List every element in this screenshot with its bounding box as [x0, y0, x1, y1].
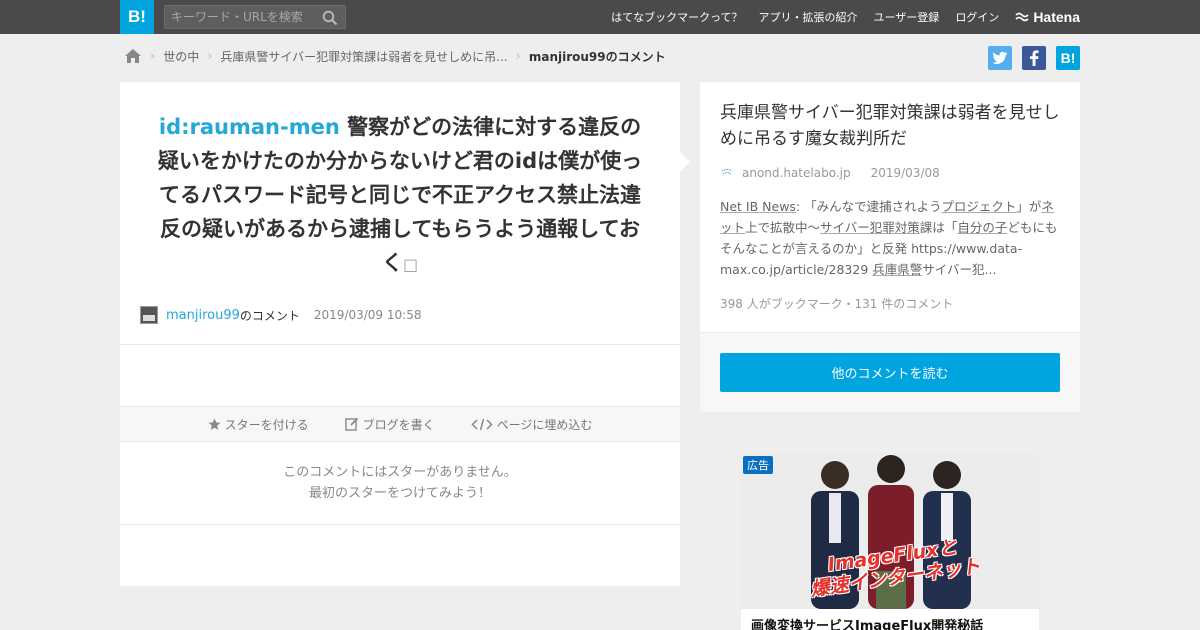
hatena-brand[interactable]: Hatena: [1015, 9, 1080, 25]
divider: [120, 524, 680, 525]
comment-author-suffix: のコメント: [239, 308, 300, 323]
summary-text: : 「みんなで逮捕されよう: [795, 199, 942, 214]
summary-text: サイバー犯...: [922, 262, 997, 277]
chevron-right-icon: ›: [515, 48, 521, 64]
summary-text: 上で拡散中～: [745, 220, 821, 235]
search-input[interactable]: [171, 9, 317, 25]
embed-label: ページに埋め込む: [496, 417, 593, 432]
search-box[interactable]: [164, 5, 346, 29]
read-other-comments-button[interactable]: 他のコメントを読む: [720, 353, 1060, 392]
divider: [120, 344, 680, 345]
chevron-right-icon: ›: [150, 48, 156, 64]
comment-date[interactable]: 2019/03/09 10:58: [314, 308, 422, 322]
write-blog-label: ブログを書く: [362, 417, 435, 432]
hatena-brand-label: Hatena: [1033, 9, 1080, 25]
search-icon[interactable]: [322, 10, 338, 26]
share-buttons: B!: [978, 46, 1080, 70]
keyword-link[interactable]: サイバー犯罪対策: [820, 220, 920, 235]
breadcrumb-category[interactable]: 世の中: [163, 48, 199, 65]
no-star-message: このコメントにはスターがありません。 最初のスターをつけてみよう！: [120, 462, 680, 504]
top-nav: はてなブックマークって？ アプリ・拡張の紹介 ユーザー登録 ログイン Haten…: [595, 0, 1080, 34]
entry-date: 2019/03/08: [870, 166, 940, 180]
home-icon[interactable]: [124, 48, 142, 64]
add-star-button[interactable]: スターを付ける: [208, 416, 309, 433]
keyword-link[interactable]: 自分の子: [957, 220, 1007, 235]
embed-button[interactable]: ページに埋め込む: [471, 416, 593, 433]
no-star-line2: 最初のスターをつけてみよう！: [308, 486, 491, 501]
ad-image[interactable]: ImageFluxと 爆速インターネット 広告: [741, 453, 1039, 609]
hatena-bookmark-share-button[interactable]: B!: [1056, 46, 1080, 70]
write-blog-button[interactable]: ブログを書く: [344, 416, 435, 433]
comment-author-link[interactable]: manjirou99: [166, 308, 240, 323]
hatena-logo-icon: [1015, 12, 1029, 22]
entry-stats[interactable]: 398 人がブックマーク・131 件のコメント: [720, 295, 953, 312]
comment-text: 警察がどの法律に対する違反の疑いをかけたのか分からないけど君のidは僕が使ってる…: [157, 115, 643, 275]
ad-label: 広告: [743, 456, 773, 474]
facebook-share-button[interactable]: [1022, 46, 1046, 70]
code-icon: [471, 418, 493, 430]
comment-meta: manjirou99 のコメント 2019/03/09 10:58: [140, 306, 421, 324]
star-icon: [208, 418, 221, 430]
ad-card[interactable]: ImageFluxと 爆速インターネット 広告 画像変換サービスImageFlu…: [741, 453, 1039, 630]
entry-footer: 他のコメントを読む: [700, 332, 1080, 412]
breadcrumb-current: manjirou99のコメント: [528, 49, 666, 64]
entry-summary: Net IB News: 「みんなで逮捕されようプロジェクト」がネット上で拡散中…: [720, 196, 1065, 280]
twitter-share-button[interactable]: [988, 46, 1012, 70]
entry-card: 兵庫県警サイバー犯罪対策課は弱者を見せしめに吊るす魔女裁判所だ anond.ha…: [700, 82, 1080, 412]
comment-actions: スターを付ける ブログを書く ページに埋め込む: [120, 406, 680, 442]
summary-text: 課は「: [919, 220, 958, 235]
missing-glyph: □: [402, 255, 419, 274]
summary-text: 」が: [1016, 199, 1042, 214]
comment-card: id:rauman-men 警察がどの法律に対する違反の疑いをかけたのか分からな…: [120, 82, 680, 586]
chevron-right-icon: ›: [207, 48, 213, 64]
breadcrumb: › 世の中 › 兵庫県警サイバー犯罪対策課は弱者を見せしめに吊... › man…: [124, 46, 666, 66]
nav-about[interactable]: はてなブックマークって？: [611, 9, 742, 25]
breadcrumb-entry[interactable]: 兵庫県警サイバー犯罪対策課は弱者を見せしめに吊...: [220, 48, 507, 65]
top-bar: B! はてなブックマークって？ アプリ・拡張の紹介 ユーザー登録 ログイン Ha…: [0, 0, 1200, 34]
edit-icon: [344, 417, 358, 431]
no-star-line1: このコメントにはスターがありません。: [283, 465, 517, 480]
ad-caption[interactable]: 画像変換サービスImageFlux開発秘話: [751, 615, 983, 630]
hatena-bookmark-logo[interactable]: B!: [120, 0, 154, 34]
comment-body: id:rauman-men 警察がどの法律に対する違反の疑いをかけたのか分からな…: [150, 110, 650, 282]
nav-signup[interactable]: ユーザー登録: [874, 9, 940, 25]
nav-login[interactable]: ログイン: [955, 9, 999, 25]
nav-apps[interactable]: アプリ・拡張の紹介: [759, 9, 858, 25]
avatar[interactable]: [140, 306, 158, 324]
keyword-link[interactable]: 兵庫県警: [872, 262, 922, 277]
facebook-icon: [1030, 50, 1039, 66]
entry-domain-link[interactable]: anond.hatelabo.jp: [742, 166, 851, 180]
entry-source: anond.hatelabo.jp 2019/03/08: [720, 166, 940, 180]
comment-mention-link[interactable]: id:rauman-men: [159, 115, 340, 139]
add-star-label: スターを付ける: [224, 417, 309, 432]
keyword-link[interactable]: プロジェクト: [941, 199, 1016, 214]
twitter-icon: [992, 51, 1007, 64]
card-pointer: [680, 152, 690, 172]
keyword-link[interactable]: Net IB News: [720, 199, 796, 214]
favicon-icon: [721, 168, 733, 175]
entry-title-link[interactable]: 兵庫県警サイバー犯罪対策課は弱者を見せしめに吊るす魔女裁判所だ: [720, 100, 1065, 152]
